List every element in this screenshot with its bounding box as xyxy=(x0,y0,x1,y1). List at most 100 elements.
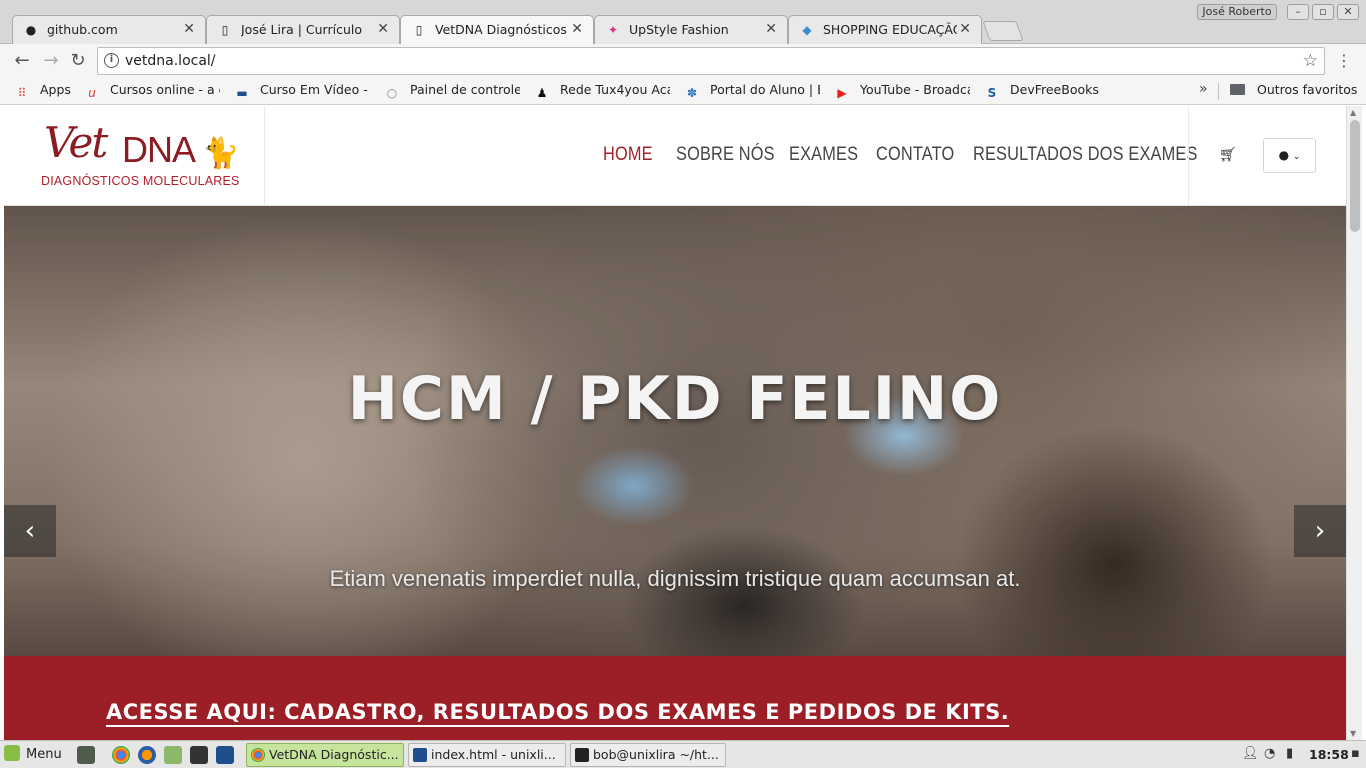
close-window-button[interactable]: ✕ xyxy=(1337,4,1359,20)
tab-title: SHOPPING EDUCAÇÃO xyxy=(823,22,957,37)
tab-upstyle[interactable]: ✦ UpStyle Fashion ✕ xyxy=(594,15,788,44)
bookmark-star-icon[interactable]: ☆ xyxy=(1303,51,1318,71)
close-tab-icon[interactable]: ✕ xyxy=(571,21,583,37)
address-bar[interactable]: i vetdna.local/ ☆ xyxy=(97,47,1325,75)
logo-vet-text: Vet xyxy=(44,118,108,167)
maximize-window-button[interactable]: ▫ xyxy=(1312,4,1334,20)
github-icon: ● xyxy=(25,23,37,37)
logo-subtitle: DIAGNÓSTICOS MOLECULARES xyxy=(41,174,240,188)
browser-menu-icon[interactable]: ⋮ xyxy=(1336,51,1352,70)
forward-button[interactable]: → xyxy=(40,50,62,72)
site-header: Vet DNA 🐈 DIAGNÓSTICOS MOLECULARES HOME … xyxy=(4,106,1346,206)
tab-title: VetDNA Diagnósticos M xyxy=(435,22,569,37)
profile-button[interactable]: José Roberto xyxy=(1197,4,1277,20)
user-account-button[interactable]: ● ⌄ xyxy=(1263,138,1316,173)
upstyle-icon: ✦ xyxy=(607,23,619,37)
tab-title: José Lira | Currículo xyxy=(241,22,363,37)
bookmark-label: Portal do Aluno | E xyxy=(710,82,820,97)
chrome-launcher-icon[interactable] xyxy=(112,746,130,764)
bookmark-label: Painel de controle | xyxy=(410,82,520,97)
bookmark-curso-em-video[interactable]: ▬ Curso Em Vídeo - Cu xyxy=(234,82,370,102)
udemy-icon: u xyxy=(88,86,96,100)
shopping-icon: ◆ xyxy=(802,23,812,37)
cursoemvideo-icon: ▬ xyxy=(236,86,248,100)
header-divider xyxy=(1188,106,1189,206)
editor-launcher-icon[interactable] xyxy=(216,746,234,764)
chrome-icon xyxy=(251,748,265,762)
task-editor[interactable]: index.html - unixli... xyxy=(408,743,566,767)
more-bookmarks-icon[interactable]: » xyxy=(1199,81,1208,97)
task-label: index.html - unixli... xyxy=(431,747,556,762)
hero-subtitle: Etiam venenatis imperdiet nulla, digniss… xyxy=(329,566,1021,591)
show-desktop-icon[interactable] xyxy=(77,746,95,764)
cart-icon[interactable]: 🛒︎ xyxy=(1219,147,1237,163)
user-tray-icon[interactable]: 👤︎ xyxy=(1242,746,1259,761)
tab-github[interactable]: ● github.com ✕ xyxy=(12,15,206,44)
wifi-icon[interactable]: ◔ xyxy=(1264,746,1275,761)
tab-title: UpStyle Fashion xyxy=(629,22,729,37)
nav-resultados[interactable]: RESULTADOS DOS EXAMES xyxy=(973,144,1198,166)
bookmark-painel[interactable]: ○ Painel de controle | xyxy=(384,82,520,102)
portal-icon: ✽ xyxy=(686,86,698,100)
bookmark-portal-aluno[interactable]: ✽ Portal do Aluno | E xyxy=(684,82,820,102)
tab-shopping[interactable]: ◆ SHOPPING EDUCAÇÃO ✕ xyxy=(788,15,982,44)
minimize-window-button[interactable]: – xyxy=(1287,4,1309,20)
close-tab-icon[interactable]: ✕ xyxy=(183,21,195,37)
tab-curriculo[interactable]: ▯ José Lira | Currículo ✕ xyxy=(206,15,400,44)
menu-label: Menu xyxy=(26,747,62,762)
back-button[interactable]: ← xyxy=(11,50,33,72)
user-icon: ● xyxy=(1278,148,1290,162)
hero-slider: HCM / PKD FELINO Etiam venenatis imperdi… xyxy=(4,206,1346,656)
tab-title: github.com xyxy=(47,22,118,37)
bookmark-label: Outros favoritos xyxy=(1257,82,1358,97)
site-info-icon[interactable]: i xyxy=(104,53,119,68)
new-tab-button[interactable] xyxy=(982,21,1024,41)
scrollbar-thumb[interactable] xyxy=(1350,120,1360,232)
slider-prev-button[interactable]: ‹ xyxy=(4,505,56,557)
bookmark-tux4you[interactable]: ♟ Rede Tux4you Acad xyxy=(534,82,670,102)
nav-home[interactable]: HOME xyxy=(603,144,653,166)
chevron-right-icon: › xyxy=(1314,516,1326,546)
other-bookmarks-folder[interactable]: Outros favoritos xyxy=(1230,82,1360,102)
bookmark-devfreebooks[interactable]: S DevFreeBooks xyxy=(984,82,1120,102)
nav-exames[interactable]: EXAMES xyxy=(789,144,858,166)
slider-next-button[interactable]: › xyxy=(1294,505,1346,557)
youtube-icon: ▶ xyxy=(837,86,847,100)
url-text[interactable]: vetdna.local/ xyxy=(125,53,216,69)
terminal-launcher-icon[interactable] xyxy=(190,746,208,764)
circle-icon: ○ xyxy=(386,86,398,100)
web-page: Vet DNA 🐈 DIAGNÓSTICOS MOLECULARES HOME … xyxy=(4,106,1346,740)
close-tab-icon[interactable]: ✕ xyxy=(377,21,389,37)
editor-icon xyxy=(413,748,427,762)
linux-mint-icon xyxy=(4,745,20,761)
tab-vetdna[interactable]: ▯ VetDNA Diagnósticos M ✕ xyxy=(400,15,594,45)
scroll-down-icon[interactable]: ▼ xyxy=(1350,729,1356,738)
page-scrollbar[interactable]: ▲ ▼ xyxy=(1346,106,1362,740)
bookmark-cursos-online[interactable]: u Cursos online - a qu xyxy=(84,82,220,102)
nav-sobre-nos[interactable]: SOBRE NÓS xyxy=(676,144,775,166)
terminal-icon xyxy=(575,748,589,762)
close-tab-icon[interactable]: ✕ xyxy=(959,21,971,37)
site-logo[interactable]: Vet DNA 🐈 DIAGNÓSTICOS MOLECULARES xyxy=(4,106,265,206)
bookmark-label: YouTube - Broadcas xyxy=(860,82,970,97)
task-vetdna[interactable]: VetDNA Diagnóstic... xyxy=(246,743,404,767)
scroll-up-icon[interactable]: ▲ xyxy=(1350,108,1356,117)
bookmark-label: Rede Tux4you Acad xyxy=(560,82,670,97)
nav-contato[interactable]: CONTATO xyxy=(876,144,954,166)
close-tab-icon[interactable]: ✕ xyxy=(765,21,777,37)
cta-link[interactable]: ACESSE AQUI: CADASTRO, RESULTADOS DOS EX… xyxy=(106,700,1009,724)
clock[interactable]: 18:58 xyxy=(1309,747,1349,762)
files-launcher-icon[interactable] xyxy=(164,746,182,764)
bookmark-apps[interactable]: ⠿ Apps xyxy=(14,82,84,102)
page-icon: ▯ xyxy=(221,23,229,37)
page-icon: ▯ xyxy=(415,23,423,37)
bookmark-youtube[interactable]: ▶ YouTube - Broadcas xyxy=(834,82,970,102)
firefox-launcher-icon[interactable] xyxy=(138,746,156,764)
logo-dna-text: DNA xyxy=(122,129,196,170)
battery-icon[interactable]: ▮ xyxy=(1286,746,1293,761)
task-terminal[interactable]: bob@unixlira ~/ht... xyxy=(570,743,726,767)
os-taskbar: Menu VetDNA Diagnóstic... index.html - u… xyxy=(0,740,1366,768)
reload-button[interactable]: ↻ xyxy=(67,50,89,72)
notifications-icon[interactable]: ▪ xyxy=(1351,746,1360,761)
start-menu-button[interactable]: Menu xyxy=(4,745,62,762)
